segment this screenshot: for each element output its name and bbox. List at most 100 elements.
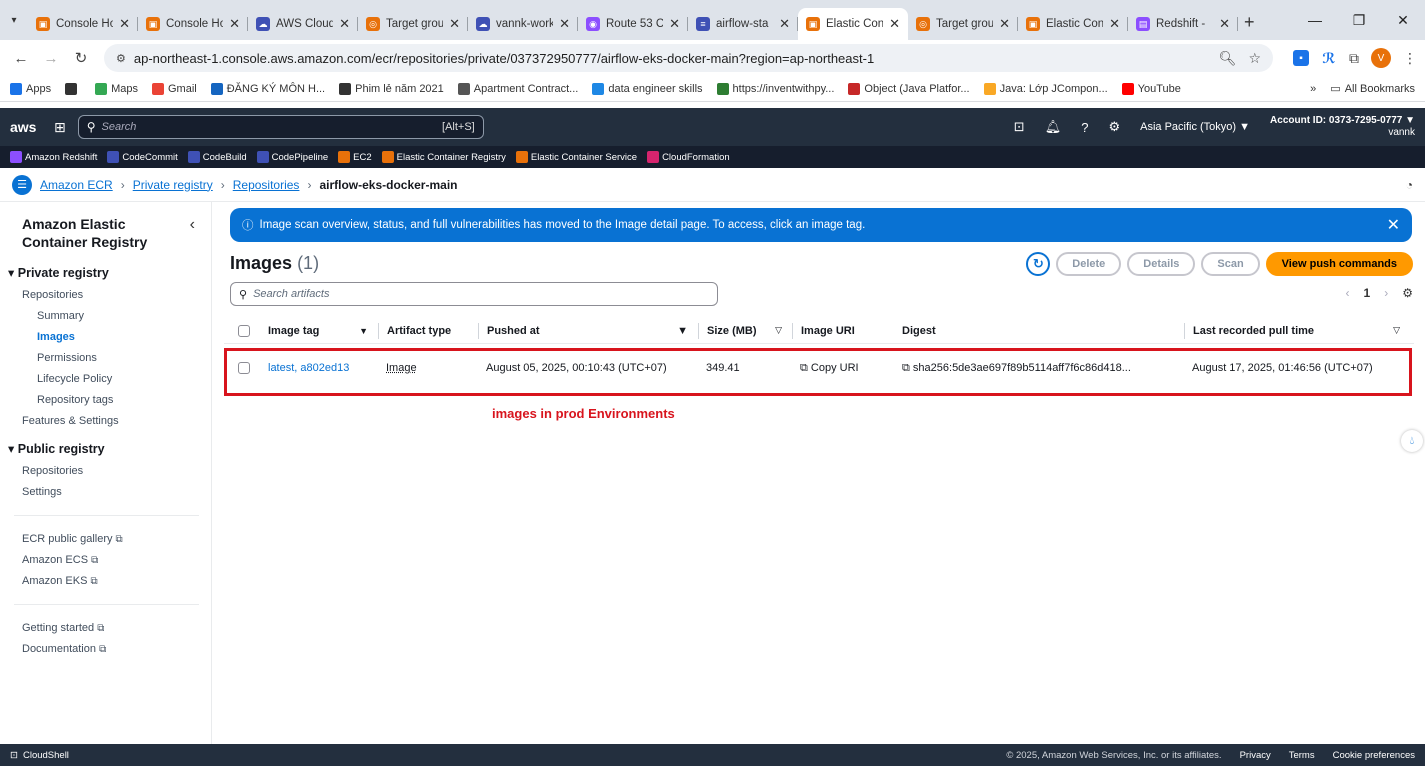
column-last-pull-time[interactable]: Last recorded pull time ▽ bbox=[1184, 322, 1402, 339]
cloudshell-icon[interactable]: ⊡ bbox=[1014, 119, 1025, 135]
tab-close-icon[interactable]: ✕ bbox=[449, 16, 460, 32]
bookmark-item[interactable]: Apartment Contract... bbox=[457, 82, 578, 95]
column-artifact-type[interactable]: Artifact type bbox=[378, 322, 478, 339]
sidebar-item-summary[interactable]: Summary bbox=[22, 310, 211, 322]
copy-digest-button[interactable]: ⧉ sha256:5de3ae697f89b5114aff7f6c86d418.… bbox=[894, 362, 1184, 375]
bookmark-star-icon[interactable]: ☆ bbox=[1248, 50, 1261, 67]
site-info-icon[interactable]: ⚙ bbox=[116, 52, 126, 65]
previous-page-icon[interactable]: ‹ bbox=[1346, 286, 1350, 300]
sidebar-item-images[interactable]: Images bbox=[22, 331, 211, 343]
back-icon[interactable]: ← bbox=[8, 50, 34, 67]
feedback-droplet-icon[interactable]: 💧︎ bbox=[1401, 430, 1423, 452]
favorite-service-link[interactable]: Elastic Container Service bbox=[515, 151, 637, 163]
search-artifacts-input[interactable]: ⚲ Search artifacts bbox=[230, 282, 718, 306]
bookmark-item[interactable]: Java: Lớp JCompon... bbox=[983, 82, 1108, 95]
tab-close-icon[interactable]: ✕ bbox=[339, 16, 350, 32]
scan-button[interactable]: Scan bbox=[1201, 252, 1260, 276]
sidebar-section-public-registry[interactable]: ▾ Public registry bbox=[8, 441, 211, 456]
new-tab-icon[interactable]: + bbox=[1244, 12, 1255, 33]
bookmark-item[interactable]: ĐĂNG KÝ MÔN H... bbox=[210, 82, 325, 95]
bookmark-item[interactable]: Object (Java Platfor... bbox=[848, 82, 970, 95]
sidebar-item-permissions[interactable]: Permissions bbox=[22, 352, 211, 364]
sidebar-item-features-settings[interactable]: Features & Settings bbox=[22, 415, 211, 427]
column-image-uri[interactable]: Image URI bbox=[792, 322, 894, 339]
view-push-commands-button[interactable]: View push commands bbox=[1265, 252, 1413, 276]
zoom-icon[interactable]: 🔍︎ bbox=[1219, 50, 1237, 67]
sidebar-item-lifecycle-policy[interactable]: Lifecycle Policy bbox=[22, 373, 211, 385]
bookmark-item[interactable]: Gmail bbox=[151, 82, 197, 95]
bookmark-item[interactable]: data engineer skills bbox=[592, 82, 703, 95]
tab-close-icon[interactable]: ✕ bbox=[889, 16, 900, 32]
row-checkbox[interactable] bbox=[238, 362, 250, 374]
favorite-service-link[interactable]: CloudFormation bbox=[647, 151, 730, 163]
region-selector[interactable]: Asia Pacific (Tokyo) ▼ bbox=[1140, 121, 1250, 133]
column-digest[interactable]: Digest bbox=[894, 323, 1184, 339]
favorite-service-link[interactable]: CodeBuild bbox=[187, 151, 247, 163]
footer-link-privacy[interactable]: Privacy bbox=[1240, 750, 1271, 761]
help-icon[interactable]: ? bbox=[1081, 120, 1088, 135]
browser-tab[interactable]: ▣ Console Ho ✕ bbox=[28, 8, 138, 40]
cloudshell-button[interactable]: ⊡ CloudShell bbox=[10, 750, 69, 761]
reload-icon[interactable]: ↻ bbox=[68, 49, 94, 67]
favorite-service-link[interactable]: Amazon Redshift bbox=[10, 151, 97, 163]
column-size[interactable]: Size (MB) ▽ bbox=[698, 322, 792, 339]
aws-logo[interactable]: aws bbox=[10, 119, 40, 135]
tab-search-icon[interactable]: ▾ bbox=[0, 5, 28, 35]
delete-button[interactable]: Delete bbox=[1056, 252, 1122, 276]
sidebar-item-public-settings[interactable]: Settings bbox=[22, 486, 211, 498]
sidebar-link-documentation[interactable]: Documentation ⧉ bbox=[22, 643, 211, 655]
bookmark-item[interactable]: YouTube bbox=[1121, 82, 1181, 95]
favorite-service-link[interactable]: EC2 bbox=[338, 151, 372, 163]
browser-tab[interactable]: ▣ Console Ho ✕ bbox=[138, 8, 248, 40]
collapse-sidebar-icon[interactable]: ‹ bbox=[190, 216, 195, 234]
browser-tab[interactable]: ≡ airflow-sta ✕ bbox=[688, 8, 798, 40]
table-preferences-gear-icon[interactable]: ⚙ bbox=[1402, 286, 1413, 300]
browser-tab[interactable]: ◎ Target grou ✕ bbox=[908, 8, 1018, 40]
tab-close-icon[interactable]: ✕ bbox=[559, 16, 570, 32]
tab-close-icon[interactable]: ✕ bbox=[119, 16, 130, 32]
sidebar-link-ecr-public-gallery[interactable]: ECR public gallery ⧉ bbox=[22, 533, 211, 545]
column-pushed-at[interactable]: Pushed at ▼ bbox=[478, 322, 698, 339]
extension-icon[interactable]: ▪ bbox=[1293, 50, 1309, 66]
settings-gear-icon[interactable]: ⚙ bbox=[1108, 119, 1120, 135]
tab-close-icon[interactable]: ✕ bbox=[1109, 16, 1120, 32]
restore-icon[interactable]: ❐ bbox=[1337, 12, 1381, 29]
dismiss-close-icon[interactable]: ✕ bbox=[1387, 215, 1400, 235]
url-input[interactable]: ⚙ ap-northeast-1.console.aws.amazon.com/… bbox=[104, 44, 1273, 72]
forward-icon[interactable]: → bbox=[38, 50, 64, 67]
column-image-tag[interactable]: Image tag ▼ bbox=[260, 323, 378, 339]
browser-tab[interactable]: ☁ vannk-work ✕ bbox=[468, 8, 578, 40]
profile-avatar[interactable]: V bbox=[1371, 48, 1391, 68]
bookmark-item[interactable] bbox=[65, 82, 81, 95]
browser-tab[interactable]: ◉ Route 53 C ✕ bbox=[578, 8, 688, 40]
favorite-service-link[interactable]: CodeCommit bbox=[107, 151, 178, 163]
extension-icon[interactable]: ℛ bbox=[1321, 50, 1337, 66]
browser-tab[interactable]: ◎ Target grou ✕ bbox=[358, 8, 468, 40]
image-tag-link[interactable]: latest, a802ed13 bbox=[260, 362, 378, 374]
tab-close-icon[interactable]: ✕ bbox=[669, 16, 680, 32]
breadcrumb-amazon-ecr[interactable]: Amazon ECR bbox=[40, 178, 113, 192]
browser-tab[interactable]: ☁ AWS Cloud ✕ bbox=[248, 8, 358, 40]
more-bookmarks-icon[interactable]: » bbox=[1310, 83, 1316, 95]
extensions-puzzle-icon[interactable]: ⧉ bbox=[1349, 50, 1359, 67]
sidebar-link-getting-started[interactable]: Getting started ⧉ bbox=[22, 622, 211, 634]
sidebar-item-repository-tags[interactable]: Repository tags bbox=[22, 394, 211, 406]
sidebar-link-amazon-ecs[interactable]: Amazon ECS ⧉ bbox=[22, 554, 211, 566]
close-window-icon[interactable]: ✕ bbox=[1381, 12, 1425, 29]
footer-link-cookie-preferences[interactable]: Cookie preferences bbox=[1333, 750, 1415, 761]
browser-tab[interactable]: ▤ Redshift - ✕ bbox=[1128, 8, 1238, 40]
details-button[interactable]: Details bbox=[1127, 252, 1196, 276]
next-page-icon[interactable]: › bbox=[1384, 286, 1388, 300]
breadcrumb-repositories[interactable]: Repositories bbox=[233, 178, 300, 192]
favorite-service-link[interactable]: Elastic Container Registry bbox=[381, 151, 506, 163]
aws-search-input[interactable]: ⚲ Search [Alt+S] bbox=[77, 115, 484, 139]
tab-close-icon[interactable]: ✕ bbox=[779, 16, 790, 32]
bookmark-item[interactable]: https://inventwithpy... bbox=[716, 82, 834, 95]
copy-uri-button[interactable]: ⧉ Copy URI bbox=[792, 362, 894, 375]
footer-link-terms[interactable]: Terms bbox=[1289, 750, 1315, 761]
browser-tab[interactable]: ▣ Elastic Cont ✕ bbox=[798, 8, 908, 40]
favorite-service-link[interactable]: CodePipeline bbox=[256, 151, 328, 163]
bookmark-item[interactable]: Phim lẻ năm 2021 bbox=[339, 82, 444, 95]
current-page[interactable]: 1 bbox=[1364, 286, 1371, 300]
sidebar-section-private-registry[interactable]: ▾ Private registry bbox=[8, 265, 211, 280]
